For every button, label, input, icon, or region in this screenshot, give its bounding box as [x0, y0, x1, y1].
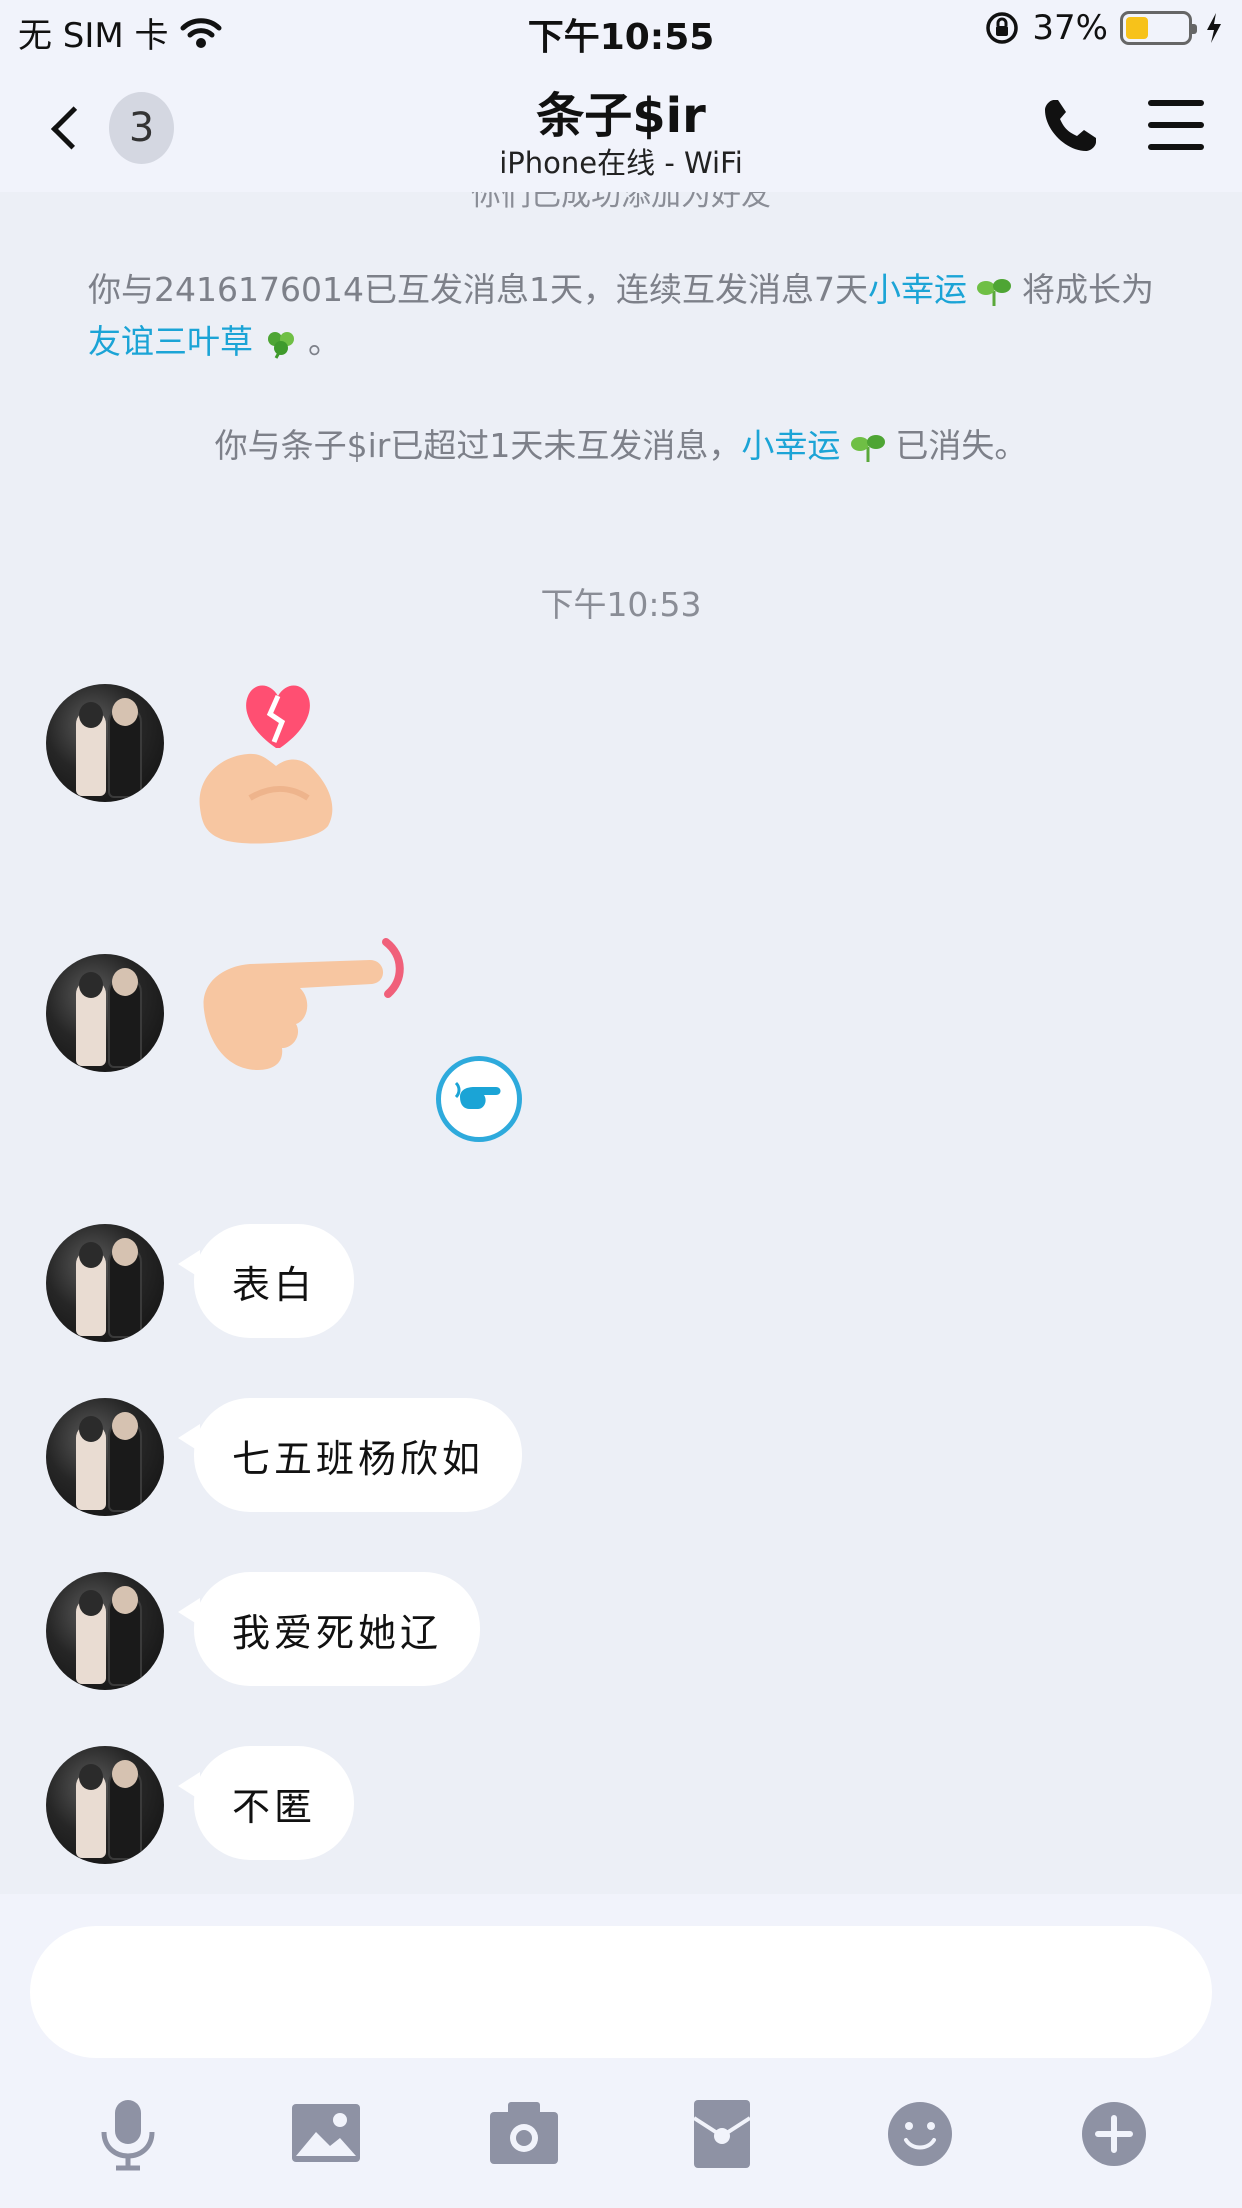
system-message-lost: 你与条子$ir已超过1天未互发消息，小幸运 已消失。: [0, 420, 1242, 472]
avatar-figure: [112, 1586, 138, 1614]
sprout-icon: [850, 434, 885, 462]
input-area: [0, 1894, 1242, 2208]
avatar-figure: [79, 1416, 103, 1442]
charging-icon: [1207, 13, 1221, 43]
camera-icon[interactable]: [486, 2096, 562, 2172]
pointing-finger-sticker[interactable]: [190, 930, 420, 1080]
system-text: 已消失。: [884, 426, 1028, 465]
contact-avatar[interactable]: [46, 684, 164, 802]
image-icon[interactable]: [288, 2096, 364, 2172]
message-bubble[interactable]: 不匿: [177, 1746, 355, 1860]
contact-avatar[interactable]: [46, 954, 164, 1072]
contact-avatar[interactable]: [46, 1572, 164, 1690]
input-toolbar: [0, 2090, 1242, 2190]
system-text: 你与条子$ir已超过1天未互发消息，: [214, 426, 742, 465]
system-text: 将成长为: [1011, 270, 1154, 309]
avatar-figure: [79, 1590, 103, 1616]
avatar-figure: [112, 698, 138, 726]
emoji-icon[interactable]: [882, 2096, 958, 2172]
avatar-figure: [79, 1242, 103, 1268]
contact-avatar[interactable]: [46, 1746, 164, 1864]
menu-line: [1148, 100, 1204, 106]
contact-avatar[interactable]: [46, 1224, 164, 1342]
lucky-link[interactable]: 小幸运: [741, 426, 840, 465]
plus-icon[interactable]: [1076, 2096, 1152, 2172]
avatar-figure: [112, 1412, 138, 1440]
battery-percent: 37%: [1032, 8, 1108, 48]
message-bubble[interactable]: 七五班杨欣如: [177, 1398, 523, 1512]
status-bar: 无 SIM 卡 下午10:55 37%: [0, 0, 1242, 62]
sprout-icon: [977, 278, 1012, 306]
red-packet-icon[interactable]: [684, 2096, 760, 2172]
avatar-figure: [79, 1764, 103, 1790]
battery-fill: [1126, 17, 1149, 39]
message-input[interactable]: [30, 1926, 1212, 2058]
avatar-figure: [79, 702, 103, 728]
nav-bar: 3 条子$ir iPhone在线 - WiFi: [0, 62, 1242, 192]
broken-heart-hand-sticker[interactable]: [190, 658, 360, 848]
system-message-friendship: 你与2416176014已互发消息1天，连续互发消息7天小幸运 将成长为友谊三叶…: [88, 264, 1168, 368]
system-text: 。: [297, 322, 341, 361]
lucky-link[interactable]: 小幸运: [868, 270, 967, 309]
pointing-hand-icon: [454, 1081, 501, 1109]
menu-icon[interactable]: [1148, 100, 1204, 150]
sticker-animation-badge[interactable]: [436, 1056, 522, 1142]
clover-icon: [267, 331, 294, 359]
battery-icon: [1120, 11, 1197, 45]
avatar-figure: [112, 1238, 138, 1266]
chat-screen: 无 SIM 卡 下午10:55 37% 3 条子$ir iPhone在线 - W…: [0, 0, 1242, 2208]
message-timestamp: 下午10:53: [540, 585, 702, 624]
rotation-lock-icon: [986, 12, 1019, 44]
avatar-figure: [79, 972, 103, 998]
status-right: 37%: [984, 8, 1224, 48]
contact-avatar[interactable]: [46, 1398, 164, 1516]
mic-icon[interactable]: [90, 2096, 166, 2172]
system-message-clipped: 你们已成功添加为好友: [471, 192, 771, 213]
message-bubble[interactable]: 我爱死她辽: [177, 1572, 481, 1686]
message-bubble[interactable]: 表白: [177, 1224, 355, 1338]
avatar-figure: [112, 968, 138, 996]
avatar-figure: [112, 1760, 138, 1788]
phone-icon[interactable]: [1040, 96, 1100, 156]
chat-area[interactable]: 你们已成功添加为好友 你与2416176014已互发消息1天，连续互发消息7天小…: [0, 192, 1242, 1894]
system-text: 你与2416176014已互发消息1天，连续互发消息7天: [88, 270, 868, 309]
menu-line: [1148, 122, 1204, 128]
clover-link[interactable]: 友谊三叶草: [88, 322, 253, 361]
menu-line: [1148, 144, 1204, 150]
